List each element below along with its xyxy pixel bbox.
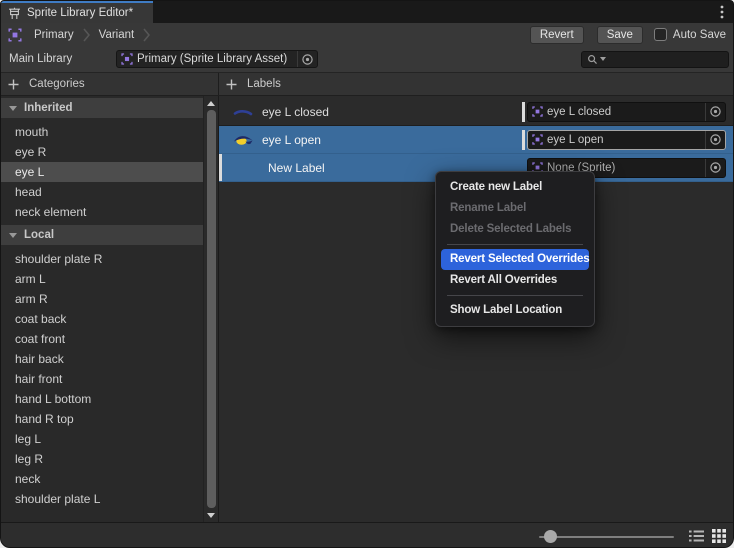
category-item[interactable]: coat back xyxy=(1,309,203,329)
tab-sprite-library-editor[interactable]: Sprite Library Editor* xyxy=(1,1,153,23)
category-item[interactable]: head xyxy=(1,182,203,202)
menu-item-show-label-location[interactable]: Show Label Location xyxy=(436,300,594,321)
menu-item-revert-all-overrides[interactable]: Revert All Overrides xyxy=(436,270,594,291)
sprite-library-editor-window: Sprite Library Editor* Primary Variant xyxy=(0,0,734,548)
label-name: New Label xyxy=(268,161,325,175)
kebab-menu-icon xyxy=(720,5,724,19)
auto-save-checkbox[interactable] xyxy=(654,28,667,41)
object-picker-icon[interactable] xyxy=(297,51,314,67)
add-label-button[interactable] xyxy=(226,79,237,90)
chevron-right-icon xyxy=(83,28,90,42)
foldout-local[interactable]: Local xyxy=(1,225,203,245)
main-library-label: Main Library xyxy=(9,53,116,65)
toolbar: Primary Variant Revert Save Auto Save xyxy=(1,23,733,46)
object-picker-icon[interactable] xyxy=(705,131,722,149)
category-item[interactable]: arm R xyxy=(1,289,203,309)
override-marker xyxy=(522,130,525,150)
slider-knob[interactable] xyxy=(544,530,557,543)
menu-item-create-new-label[interactable]: Create new Label xyxy=(436,177,594,198)
list-view-button[interactable] xyxy=(689,530,704,542)
categories-header: Categories xyxy=(1,73,219,95)
sprite-object-field[interactable]: eye L closed xyxy=(527,102,726,122)
category-item[interactable]: mouth xyxy=(1,122,203,142)
category-item-selected[interactable]: eye L xyxy=(1,162,203,182)
context-menu: Create new Label Rename Label Delete Sel… xyxy=(435,171,595,327)
category-item[interactable]: neck element xyxy=(1,202,203,222)
main-library-row: Main Library Primary (Sprite Library Ass… xyxy=(1,46,733,73)
category-item[interactable]: shoulder plate R xyxy=(1,249,203,269)
category-item[interactable]: hair back xyxy=(1,349,203,369)
search-input[interactable] xyxy=(608,52,723,66)
search-dropdown-caret-icon[interactable] xyxy=(600,57,606,62)
scroll-down-button[interactable] xyxy=(207,510,215,520)
categories-panel: Inherited mouth eye R eye L head neck el… xyxy=(1,96,219,522)
eye-closed-sprite-thumbnail xyxy=(232,104,254,120)
menu-separator xyxy=(447,295,583,296)
eye-open-sprite-thumbnail xyxy=(232,132,254,148)
label-row-eye-l-closed[interactable]: eye L closed eye L closed xyxy=(219,98,733,126)
thumbnail-size-slider[interactable] xyxy=(539,536,674,538)
breadcrumb-primary[interactable]: Primary xyxy=(34,29,74,41)
main-library-object-field[interactable]: Primary (Sprite Library Asset) xyxy=(116,50,318,68)
window-menu-button[interactable] xyxy=(720,1,724,23)
object-picker-icon[interactable] xyxy=(705,159,722,177)
revert-button[interactable]: Revert xyxy=(530,26,584,44)
menu-item-delete-selected-labels: Delete Selected Labels xyxy=(436,219,594,240)
category-item[interactable]: leg L xyxy=(1,429,203,449)
sprite-library-asset-icon xyxy=(121,53,133,65)
category-item[interactable]: hand L bottom xyxy=(1,389,203,409)
triangle-down-icon xyxy=(9,106,17,111)
search-icon xyxy=(587,54,598,65)
chevron-right-icon xyxy=(143,28,150,42)
scrollbar-thumb[interactable] xyxy=(207,110,216,508)
add-category-button[interactable] xyxy=(8,79,19,90)
sprite-library-icon xyxy=(8,28,22,42)
grid-view-button[interactable] xyxy=(712,529,726,543)
search-field[interactable] xyxy=(581,51,729,68)
category-item[interactable]: hair front xyxy=(1,369,203,389)
tab-title: Sprite Library Editor* xyxy=(27,7,133,19)
arrow-down-icon xyxy=(207,513,215,518)
labels-header: Labels xyxy=(219,73,733,95)
category-item[interactable]: neck xyxy=(1,469,203,489)
object-picker-icon[interactable] xyxy=(705,103,722,121)
panel-headers: Categories Labels xyxy=(1,73,733,96)
label-name: eye L open xyxy=(262,133,321,147)
labels-header-label: Labels xyxy=(247,78,281,90)
sprite-asset-icon xyxy=(532,106,543,117)
bottom-bar xyxy=(1,522,733,548)
main-library-value: Primary (Sprite Library Asset) xyxy=(137,53,293,65)
triangle-down-icon xyxy=(9,233,17,238)
sprite-library-editor-icon xyxy=(8,7,21,20)
categories-list: Inherited mouth eye R eye L head neck el… xyxy=(1,96,203,509)
save-button[interactable]: Save xyxy=(597,26,643,44)
category-item[interactable]: leg R xyxy=(1,449,203,469)
categories-header-label: Categories xyxy=(29,78,85,90)
scroll-up-button[interactable] xyxy=(207,98,215,108)
foldout-inherited[interactable]: Inherited xyxy=(1,98,203,118)
sprite-object-field-focused[interactable]: eye L open xyxy=(527,130,726,150)
tab-bar: Sprite Library Editor* xyxy=(1,1,733,23)
category-item[interactable]: eye R xyxy=(1,142,203,162)
category-item[interactable]: coat front xyxy=(1,329,203,349)
menu-item-rename-label: Rename Label xyxy=(436,198,594,219)
sprite-asset-icon xyxy=(532,134,543,145)
override-marker xyxy=(219,154,222,181)
label-name: eye L closed xyxy=(262,105,329,119)
category-item[interactable]: arm L xyxy=(1,269,203,289)
menu-separator xyxy=(447,244,583,245)
auto-save-label: Auto Save xyxy=(673,29,726,41)
categories-scrollbar[interactable] xyxy=(203,96,218,522)
arrow-up-icon xyxy=(207,101,215,106)
label-row-eye-l-open[interactable]: eye L open eye L open xyxy=(219,126,733,154)
menu-item-revert-selected-overrides[interactable]: Revert Selected Overrides xyxy=(441,249,589,270)
category-item[interactable]: shoulder plate L xyxy=(1,489,203,509)
override-marker xyxy=(522,102,525,122)
category-item[interactable]: hand R top xyxy=(1,409,203,429)
breadcrumb-variant[interactable]: Variant xyxy=(99,29,135,41)
content-area: Inherited mouth eye R eye L head neck el… xyxy=(1,96,733,522)
